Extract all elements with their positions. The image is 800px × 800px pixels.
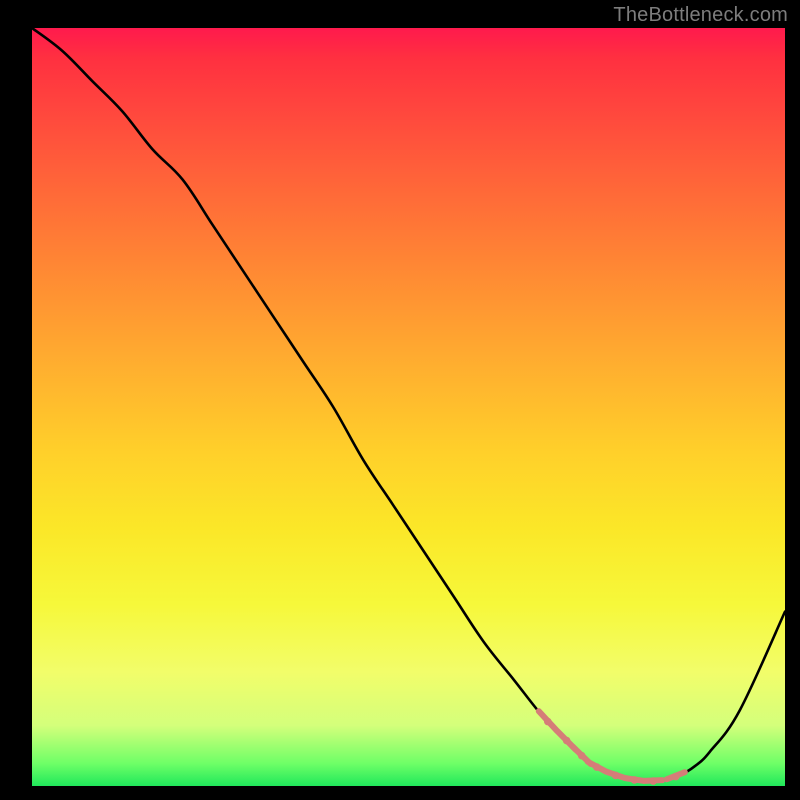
chart-stage: TheBottleneck.com [0, 0, 800, 800]
optimal-marker-dot [649, 777, 657, 785]
optimal-marker-dot [612, 772, 620, 780]
optimal-marker-dot [563, 737, 571, 745]
optimal-marker-dot [593, 763, 601, 771]
watermark-text: TheBottleneck.com [613, 4, 788, 27]
plot-area [32, 28, 785, 786]
optimal-marker-dot [672, 773, 680, 781]
optimal-marker-dot [631, 776, 639, 784]
optimal-markers [539, 711, 685, 785]
optimal-marker-dot [544, 718, 552, 726]
bottleneck-curve [32, 28, 785, 781]
curve-layer [32, 28, 785, 786]
optimal-marker-dot [578, 752, 586, 760]
